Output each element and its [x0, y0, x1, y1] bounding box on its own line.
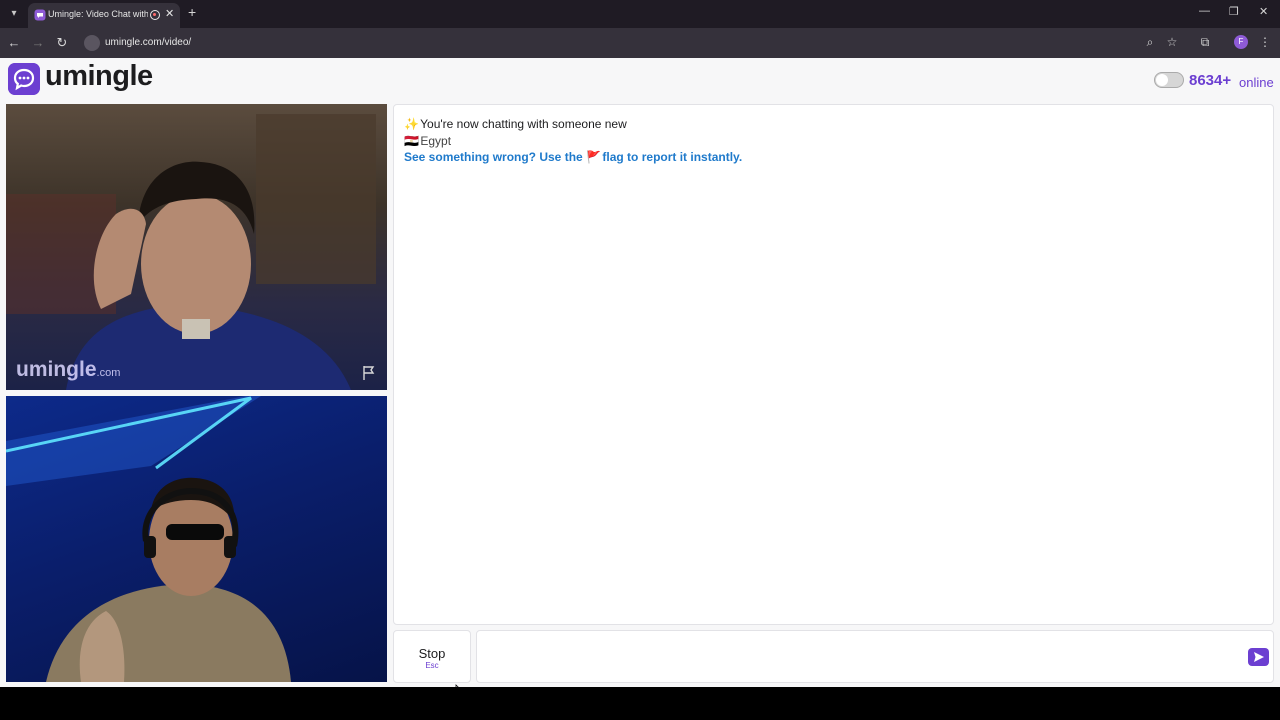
url-text: umingle.com/video/: [105, 37, 192, 48]
video-watermark: umingle.com: [16, 358, 121, 381]
site-info-icon[interactable]: [84, 35, 100, 51]
send-icon: [1253, 652, 1264, 662]
chat-panel: ✨ You're now chatting with someone new 🇪…: [393, 104, 1274, 625]
forward-icon[interactable]: →: [30, 35, 46, 51]
tab-search-icon[interactable]: ▾: [6, 6, 22, 22]
umingle-favicon-icon: [34, 9, 46, 21]
tab-title: Umingle: Video Chat with S: [48, 9, 148, 19]
taskbar-area: [0, 687, 1280, 720]
online-label: online: [1239, 75, 1274, 90]
profile-avatar[interactable]: F: [1234, 35, 1248, 49]
extensions-icon[interactable]: ⧉: [1197, 35, 1213, 50]
stop-button[interactable]: Stop Esc: [393, 630, 471, 683]
stop-label: Stop: [418, 646, 446, 661]
self-video: [6, 396, 387, 682]
chat-status-message: ✨ You're now chatting with someone new: [404, 117, 627, 131]
recording-icon: [150, 10, 160, 20]
chat-message-input[interactable]: [476, 630, 1274, 683]
browser-menu-icon[interactable]: ⋮: [1257, 35, 1273, 49]
red-flag-icon: 🚩: [586, 150, 601, 164]
send-button[interactable]: [1248, 648, 1269, 666]
bookmark-star-icon[interactable]: ☆: [1164, 35, 1180, 49]
stranger-video-feed: [6, 114, 376, 390]
umingle-page: umingle 8634+ online umingle.com ✨ You'r…: [0, 58, 1280, 698]
stop-shortcut-hint: Esc: [425, 661, 439, 670]
back-icon[interactable]: ←: [6, 35, 22, 51]
reload-icon[interactable]: ↻: [54, 35, 70, 51]
close-window-icon[interactable]: ✕: [1259, 5, 1268, 18]
browser-tab-bar: ▾ Umingle: Video Chat with S ✕ + — ❐ ✕: [0, 0, 1280, 28]
browser-tab[interactable]: Umingle: Video Chat with S ✕: [28, 3, 180, 28]
report-hint-message: See something wrong? Use the 🚩 flag to r…: [404, 150, 743, 164]
zoom-icon[interactable]: ⌕: [1142, 35, 1158, 50]
close-tab-icon[interactable]: ✕: [165, 7, 174, 20]
egypt-flag-icon: 🇪🇬: [404, 134, 419, 148]
umingle-logo-icon[interactable]: [8, 63, 40, 95]
self-video-feed: [6, 396, 291, 682]
logo-text[interactable]: umingle: [45, 60, 153, 93]
sparkles-icon: ✨: [404, 117, 419, 131]
chat-country-message: 🇪🇬 Egypt: [404, 134, 452, 148]
restore-icon[interactable]: ❐: [1229, 5, 1239, 18]
browser-toolbar: ← → ↻ umingle.com/video/ ⌕ ☆ ⧉ ⋮: [0, 28, 1280, 58]
address-bar[interactable]: umingle.com/video/: [80, 31, 1180, 55]
report-flag-icon[interactable]: [361, 365, 377, 381]
minimize-icon[interactable]: —: [1199, 5, 1210, 17]
online-count: 8634+: [1189, 72, 1232, 89]
stranger-video: umingle.com: [6, 104, 387, 390]
theme-toggle[interactable]: [1154, 72, 1184, 88]
new-tab-button[interactable]: +: [188, 4, 196, 20]
